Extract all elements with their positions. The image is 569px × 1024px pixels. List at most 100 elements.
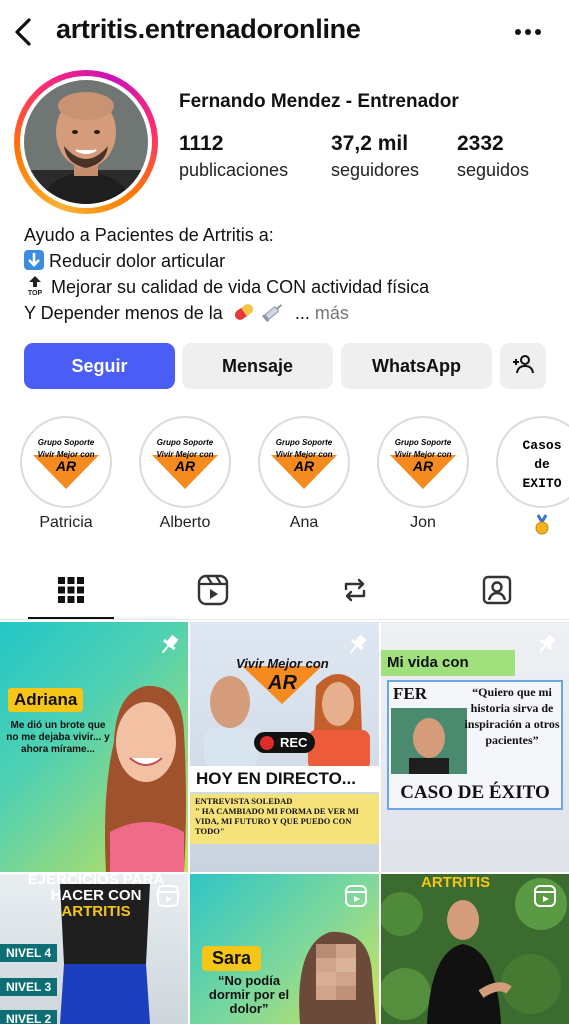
post-tile-3[interactable]: Mi vida con Artritis FER “Quiero que mi … [381, 622, 569, 872]
highlight-badge: Grupo Soporte Vivir Mejor con AR [265, 423, 343, 501]
bio-more-link[interactable]: más [315, 303, 349, 323]
followers-count[interactable]: 37,2 mil [331, 132, 408, 156]
highlight-patricia[interactable]: Grupo Soporte Vivir Mejor con AR Patrici… [20, 416, 112, 531]
post-4-title-line-3: ARTRITIS [61, 903, 131, 920]
highlight-label: Ana [289, 514, 319, 531]
posts-grid: Adriana Me dió un brote que no me dejaba… [0, 622, 569, 1024]
highlight-jon[interactable]: Grupo Soporte Vivir Mejor con AR Jon [377, 416, 469, 531]
highlight-label: Alberto [159, 514, 211, 531]
reel-icon [533, 884, 559, 910]
profile-bio: Ayudo a Pacientes de Artritis a: Reducir… [24, 223, 429, 326]
avatar [24, 80, 148, 204]
badge-line-1: Grupo Soporte [276, 438, 333, 447]
highlight-ana[interactable]: Grupo Soporte Vivir Mejor con AR Ana [258, 416, 350, 531]
add-person-icon [511, 352, 535, 381]
post-tile-5[interactable]: Sara “No podía dormir por el dolor” [190, 874, 379, 1024]
bio-ellipsis: ... [289, 302, 310, 323]
badge-line-1: Grupo Soporte [157, 438, 214, 447]
badge-line-1: Grupo Soporte [395, 438, 452, 447]
svg-text:TOP: TOP [28, 290, 43, 296]
highlight-alberto[interactable]: Grupo Soporte Vivir Mejor con AR Alberto [139, 416, 231, 531]
pin-icon [533, 632, 559, 658]
highlight-badge: Grupo Soporte Vivir Mejor con AR [27, 423, 105, 501]
posts-count[interactable]: 1112 [179, 132, 223, 156]
tagged-icon[interactable] [477, 570, 517, 610]
bio-line-1: Ayudo a Pacientes de Artritis a: [24, 225, 274, 245]
pin-icon [344, 632, 370, 658]
post-2-banner-line-2: AR [268, 672, 297, 694]
down-arrow-emoji-icon [24, 249, 44, 270]
reel-icon [344, 884, 370, 910]
casos-line-1: Casos [522, 438, 561, 453]
post-2-banner-line-1: Vivir Mejor con [236, 656, 329, 671]
post-6-title: ARTRITIS [421, 874, 491, 891]
profile-tabs [0, 560, 569, 620]
highlight-badge: Casos de EXITO [503, 423, 569, 501]
post-tile-6[interactable]: ARTRITIS [381, 874, 569, 1024]
post-3-quote: “Quiero que mi historia sirva de inspira… [464, 685, 560, 747]
profile-full-name: Fernando Mendez - Entrenador [179, 91, 459, 112]
post-4-level-2: NIVEL 2 [0, 1010, 58, 1024]
badge-line-1: Grupo Soporte [38, 438, 95, 447]
more-options-icon[interactable] [508, 14, 548, 50]
badge-line-3: AR [174, 458, 196, 474]
highlight-badge: Grupo Soporte Vivir Mejor con AR [146, 423, 224, 501]
following-count[interactable]: 2332 [457, 132, 504, 156]
badge-line-3: AR [55, 458, 77, 474]
post-1-caption: Me dió un brote que no me dejaba vivir..… [6, 720, 110, 755]
post-2-quote-head: ENTREVISTA SOLEDAD [195, 796, 293, 806]
post-3-footer: CASO DE ÉXITO [400, 782, 550, 803]
whatsapp-button[interactable]: WhatsApp [341, 343, 492, 389]
post-tile-4[interactable]: EJERCICIOS PARA HACER CON ARTRITIS NIVEL… [0, 874, 188, 1024]
bio-line-3: Mejorar su calidad de vida CON actividad… [51, 277, 430, 297]
highlight-label: Jon [410, 514, 436, 531]
following-label[interactable]: seguidos [457, 160, 529, 181]
profile-username: artritis.entrenadoronline [56, 14, 361, 44]
medal-icon [482, 514, 569, 541]
badge-line-3: AR [293, 458, 315, 474]
pill-emoji-icon [232, 302, 256, 322]
post-3-title: Mi vida con Artritis [381, 650, 515, 697]
highlight-badge: Grupo Soporte Vivir Mejor con AR [384, 423, 462, 501]
post-4-level-3: NIVEL 3 [0, 978, 58, 996]
post-4-level-4: NIVEL 4 [0, 944, 58, 962]
casos-line-3: EXITO [522, 476, 561, 491]
highlight-casos-de-exito[interactable]: Casos de EXITO [496, 416, 569, 535]
post-5-name: Sara [202, 946, 262, 971]
post-4-title-line-1: EJERCICIOS PARA [27, 874, 165, 888]
pin-icon [156, 632, 182, 658]
post-5-quote: “No podía dormir por el dolor” [208, 973, 290, 1016]
post-2-quote: " HA CAMBIADO MI FORMA DE VER MI VIDA, M… [195, 806, 359, 836]
rec-label: REC [280, 735, 308, 750]
rec-dot-icon [260, 736, 274, 750]
top-bar: artritis.entrenadoronline [0, 0, 569, 64]
grid-icon[interactable] [51, 570, 91, 610]
syringe-emoji-icon [261, 302, 285, 322]
highlight-label: Patricia [39, 514, 93, 531]
post-1-name: Adriana [8, 688, 84, 712]
post-3-photo [391, 708, 467, 774]
reels-icon[interactable] [193, 570, 233, 610]
bio-line-2: Reducir dolor articular [49, 250, 226, 271]
back-arrow-icon[interactable] [8, 12, 38, 52]
post-2-live: HOY EN DIRECTO... [190, 766, 379, 792]
post-4-title-line-2: HACER CON [50, 887, 142, 904]
posts-label[interactable]: publicaciones [179, 160, 288, 181]
casos-line-2: de [534, 457, 550, 472]
follow-button[interactable]: Seguir [24, 343, 175, 389]
repost-icon[interactable] [335, 570, 375, 610]
badge-line-3: AR [412, 458, 434, 474]
followers-label[interactable]: seguidores [331, 160, 419, 181]
reel-icon [156, 884, 182, 910]
post-3-name: FER [393, 684, 427, 703]
add-person-button[interactable] [500, 343, 546, 389]
post-2-quote-box: ENTREVISTA SOLEDAD " HA CAMBIADO MI FORM… [190, 794, 379, 844]
post-tile-1[interactable]: Adriana Me dió un brote que no me dejaba… [0, 622, 188, 872]
bio-line-4: Y Depender menos de la [24, 302, 223, 323]
top-arrow-emoji-icon: TOP [24, 274, 46, 297]
rec-badge: REC [254, 732, 316, 753]
active-tab-indicator [28, 617, 114, 619]
post-tile-2[interactable]: Vivir Mejor con AR REC HOY EN DIRECTO...… [190, 622, 379, 872]
story-ring[interactable] [14, 70, 158, 214]
message-button[interactable]: Mensaje [182, 343, 333, 389]
